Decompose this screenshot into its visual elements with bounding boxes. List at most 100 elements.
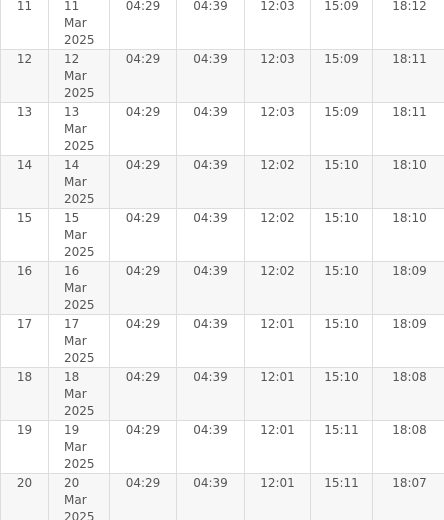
table-row: 19 19 Mar 2025 04:29 04:39 12:01 15:11 18:…: [0, 420, 444, 474]
time-value: 04:39: [193, 264, 228, 278]
time-cell: 15:10: [310, 208, 373, 262]
day-cell: 13: [0, 102, 49, 156]
time-value: 04:39: [193, 476, 228, 490]
time-cell: 12:02: [244, 155, 311, 209]
date-text: 20 Mar 2025: [64, 476, 95, 520]
time-value: 04:39: [193, 0, 228, 13]
time-value: 15:10: [324, 211, 359, 225]
date-cell: 16 Mar 2025: [48, 261, 110, 315]
date-cell: 17 Mar 2025: [48, 314, 110, 368]
time-cell: 15:09: [310, 49, 373, 103]
date-cell: 14 Mar 2025: [48, 155, 110, 209]
time-cell: 12:01: [244, 314, 311, 368]
day-cell: 15: [0, 208, 49, 262]
time-value: 18:09: [392, 317, 427, 331]
time-cell: 12:02: [244, 208, 311, 262]
time-cell: 12:03: [244, 0, 311, 50]
time-cell: 18:08: [372, 420, 444, 474]
time-cell: 15:09: [310, 102, 373, 156]
table-row: 12 12 Mar 2025 04:29 04:39 12:03 15:09 18:…: [0, 49, 444, 103]
time-cell: 04:29: [109, 155, 177, 209]
time-cell: 18:10: [372, 155, 444, 209]
time-value: 15:10: [324, 264, 359, 278]
day-cell: 14: [0, 155, 49, 209]
day-cell: 12: [0, 49, 49, 103]
time-cell: 04:39: [176, 261, 245, 315]
time-value: 12:01: [260, 476, 295, 490]
time-cell: 12:02: [244, 261, 311, 315]
time-value: 04:39: [193, 158, 228, 172]
time-value: 15:11: [324, 423, 359, 437]
time-cell: 12:03: [244, 102, 311, 156]
time-cell: 18:09: [372, 314, 444, 368]
time-value: 15:10: [324, 158, 359, 172]
time-cell: 04:29: [109, 367, 177, 421]
date-cell: 13 Mar 2025: [48, 102, 110, 156]
day-number: 19: [16, 423, 33, 437]
date-cell: 20 Mar 2025: [48, 473, 110, 520]
time-cell: 12:01: [244, 473, 311, 520]
day-cell: 16: [0, 261, 49, 315]
time-cell: 04:39: [176, 208, 245, 262]
date-text: 11 Mar 2025: [64, 0, 95, 47]
prayer-timetable: 11 11 Mar 2025 04:29 04:39 12:03 15:09 18:…: [0, 0, 444, 520]
time-cell: 18:11: [372, 49, 444, 103]
time-value: 18:11: [392, 52, 427, 66]
day-cell: 19: [0, 420, 49, 474]
time-cell: 04:39: [176, 473, 245, 520]
date-text: 16 Mar 2025: [64, 264, 95, 312]
time-value: 04:29: [125, 476, 161, 490]
table-row: 17 17 Mar 2025 04:29 04:39 12:01 15:10 18:…: [0, 314, 444, 368]
time-value: 04:39: [193, 423, 228, 437]
time-value: 12:01: [260, 423, 295, 437]
time-value: 04:29: [125, 105, 161, 119]
time-cell: 12:03: [244, 49, 311, 103]
time-value: 04:39: [193, 370, 228, 384]
time-cell: 04:39: [176, 0, 245, 50]
time-cell: 18:09: [372, 261, 444, 315]
time-cell: 04:29: [109, 208, 177, 262]
day-number: 14: [16, 158, 33, 172]
time-cell: 15:10: [310, 314, 373, 368]
time-cell: 04:29: [109, 49, 177, 103]
day-cell: 18: [0, 367, 49, 421]
time-cell: 04:39: [176, 367, 245, 421]
time-cell: 18:10: [372, 208, 444, 262]
day-number: 15: [16, 211, 33, 225]
date-cell: 15 Mar 2025: [48, 208, 110, 262]
date-text: 14 Mar 2025: [64, 158, 95, 206]
table-row: 13 13 Mar 2025 04:29 04:39 12:03 15:09 18:…: [0, 102, 444, 156]
time-cell: 04:39: [176, 49, 245, 103]
time-value: 04:29: [125, 52, 161, 66]
time-cell: 04:39: [176, 420, 245, 474]
time-cell: 18:07: [372, 473, 444, 520]
time-value: 15:09: [324, 105, 359, 119]
day-number: 12: [16, 52, 33, 66]
table-row: 14 14 Mar 2025 04:29 04:39 12:02 15:10 18:…: [0, 155, 444, 209]
timetable-container: 11 11 Mar 2025 04:29 04:39 12:03 15:09 18:…: [0, 0, 444, 520]
time-value: 12:03: [260, 105, 295, 119]
time-value: 12:02: [260, 264, 295, 278]
time-cell: 04:29: [109, 261, 177, 315]
timetable-body: 11 11 Mar 2025 04:29 04:39 12:03 15:09 18:…: [0, 0, 444, 520]
time-cell: 15:11: [310, 473, 373, 520]
day-number: 17: [16, 317, 33, 331]
time-cell: 04:29: [109, 420, 177, 474]
date-text: 17 Mar 2025: [64, 317, 95, 365]
time-cell: 18:08: [372, 367, 444, 421]
time-value: 12:01: [260, 370, 295, 384]
day-number: 13: [16, 105, 33, 119]
time-value: 04:29: [125, 158, 161, 172]
table-row: 11 11 Mar 2025 04:29 04:39 12:03 15:09 18:…: [0, 0, 444, 50]
time-value: 04:29: [125, 370, 161, 384]
time-value: 12:03: [260, 0, 295, 13]
time-value: 12:01: [260, 317, 295, 331]
time-cell: 15:10: [310, 261, 373, 315]
table-row: 15 15 Mar 2025 04:29 04:39 12:02 15:10 18:…: [0, 208, 444, 262]
day-cell: 11: [0, 0, 49, 50]
date-text: 18 Mar 2025: [64, 370, 95, 418]
time-value: 04:29: [125, 211, 161, 225]
date-text: 12 Mar 2025: [64, 52, 95, 100]
day-number: 11: [16, 0, 33, 13]
time-value: 18:10: [392, 158, 427, 172]
